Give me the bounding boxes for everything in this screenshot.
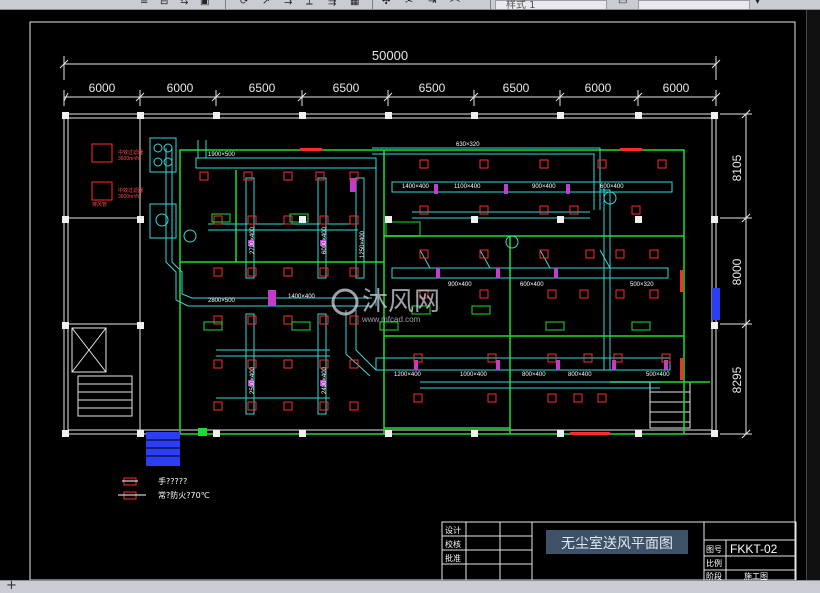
duct-label: 630×320 [456,142,480,148]
stage-label: 阶段 [706,571,722,580]
duct-label: 6000×400 [322,226,328,254]
column-dimension-1: 6000 [89,81,116,95]
riser-marker [198,428,207,436]
row-dimension-3: 8295 [730,366,744,393]
duct-label: 900×400 [448,282,472,288]
column-dimension-line [63,90,721,106]
column-dimension-5: 6500 [419,81,446,95]
duct-label: 2700×400 [250,226,256,254]
duct-label: 1250×400 [360,230,366,258]
equipment-label: 中效过滤器 [118,149,143,156]
equipment-label: 中效过滤器 [118,187,143,194]
clean-room-partitions [179,149,710,435]
duct-label: 500×400 [646,372,670,378]
row-dimension-2: 8000 [730,258,744,285]
array-tool-icon[interactable]: ▦ [350,0,359,8]
layer-state-icon[interactable]: ⊟ [160,0,168,8]
mirror-tool-icon[interactable]: ⟂ [306,0,313,8]
snap-icon[interactable]: ✣ [382,0,390,8]
layer-iso-icon[interactable]: ▣ [200,0,209,8]
equipment-label: 3600m³/h [118,194,139,200]
chevron-down-icon[interactable]: ▾ [755,0,760,8]
column-dimension-6: 6500 [503,81,530,95]
legend-text: 手????? [158,476,187,486]
column-dimension-3: 6500 [249,81,276,95]
layout-tabs-bar: + [0,578,820,593]
equipment-label: 3600m³/h [118,156,139,162]
offset-tool-icon[interactable]: ⇶ [328,0,336,8]
layer-prev-icon[interactable]: ⇆ [180,0,188,8]
fillet-icon[interactable]: ⌒ [450,0,460,9]
duct-label: 900×400 [532,184,556,190]
duct-label: 600×400 [600,184,624,190]
duct-label: 1900×500 [208,152,236,158]
title-block-row-label: 批准 [445,553,461,563]
style-dropdown-value: 样式 1 [506,0,536,10]
duct-label: 600×400 [520,282,544,288]
duct-label: 500×320 [630,282,654,288]
legend: 手????? 常?防火?70℃ [118,476,210,500]
title-block-row-label: 设计 [445,525,461,535]
duct-label: 800×400 [568,372,592,378]
scale-label: 比例 [706,558,722,568]
table-icon[interactable]: ▭ [618,0,627,8]
property-dropdown[interactable] [638,0,750,9]
add-layout-icon[interactable]: + [6,578,17,593]
watermark-url: www.mfcad.com [361,315,421,324]
extend-icon[interactable]: ⇥ [428,0,436,8]
duct-label: 1400×400 [288,294,316,300]
duct-label: 800×400 [522,372,546,378]
row-dimension-1: 8105 [730,154,744,181]
duct-label: 1400×400 [402,184,430,190]
duct-label: 2400×400 [322,366,328,394]
vertical-scrollbar[interactable] [806,10,820,580]
trim-icon[interactable]: ✂ [405,0,413,8]
duct-label: 1200×400 [394,372,422,378]
modify-tool-icon[interactable]: ⟳ [240,0,248,8]
drawing-title: 无尘室送风平面图 [561,535,673,552]
duct-label: 1100×400 [454,184,481,190]
wall-openings [300,148,683,435]
duct-label: 1000×400 [460,372,488,378]
equipment-label: 排风管 [92,201,107,208]
cad-drawing-canvas[interactable]: 50000 6000 6000 6500 6500 6500 6500 6000… [0,10,806,580]
move-tool-icon[interactable]: ↗ [262,0,270,8]
legend-text: 常?防火?70℃ [158,490,210,500]
drawing-no-label: 图号 [706,545,722,554]
column-dimension-4: 6500 [333,81,360,95]
duct-label: 2800×500 [208,298,236,304]
layer-tool-icon[interactable]: ≡ [140,0,148,8]
column-dimension-8: 6000 [663,81,690,95]
title-block-row-label: 校核 [445,539,461,549]
drawing-number: FKKT-02 [730,542,778,556]
stage-value: 施工图 [744,571,768,580]
overall-dimension-label: 50000 [372,48,408,63]
column-dimension-2: 6000 [167,81,194,95]
style-dropdown[interactable]: 样式 1 [495,0,607,10]
cad-toolbar: ≡ ⊟ ⇆ ▣ ⟳ ↗ ⇉ ⟂ ⇶ ▦ ✣ ✂ ⇥ ⌒ 样式 1 ▭ ▾ [0,0,820,10]
watermark-text: 沐风网 [362,287,440,317]
copy-tool-icon[interactable]: ⇉ [284,0,292,8]
column-dimension-7: 6000 [585,81,612,95]
duct-label: 2500×400 [250,366,256,394]
